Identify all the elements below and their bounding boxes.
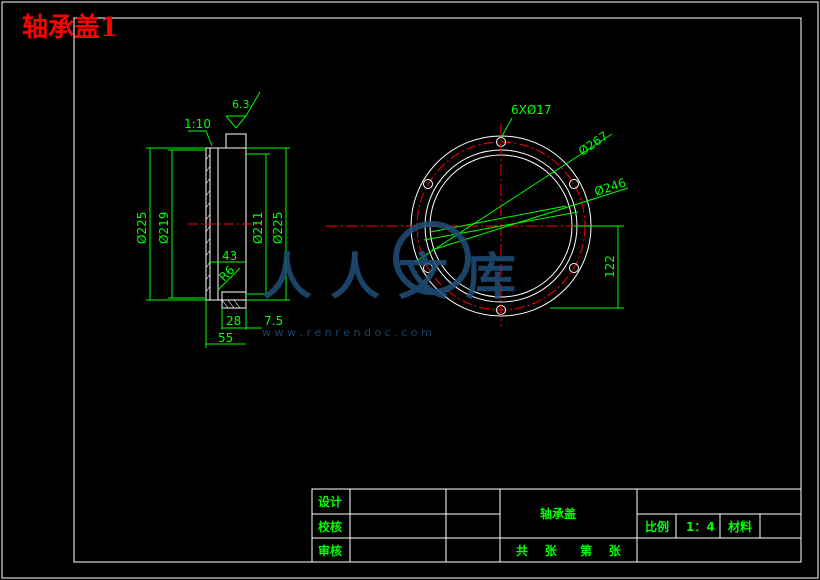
dim-d225-right: Ø225 <box>271 212 285 244</box>
taper-label: 1:10 <box>184 117 211 131</box>
tb-scale-label: 比例 <box>645 519 669 534</box>
drawing-title: 轴承盖1 <box>22 12 118 43</box>
tb-design: 设计 <box>318 494 342 509</box>
dim-43: 43 <box>222 249 237 263</box>
watermark: 人人文库 w w w . r e n r e n d o c . c o m <box>262 221 534 339</box>
tb-material-label: 材料 <box>727 519 752 534</box>
drawing-canvas: 轴承盖1 6.3 1:10 Ø225 Ø219 Ø211 Ø225 43 R6 … <box>0 0 820 580</box>
holes-label: 6XØ17 <box>511 103 552 117</box>
dim-d225-left: Ø225 <box>135 212 149 244</box>
watermark-cn: 人人文库 <box>262 248 534 306</box>
dim-d219: Ø219 <box>157 212 171 244</box>
dim-d267: Ø267 <box>576 129 611 159</box>
dim-122: 122 <box>603 255 617 278</box>
tb-total-sheets: 共 张 <box>516 543 558 558</box>
side-top-boss <box>225 133 247 149</box>
dim-55: 55 <box>218 331 233 345</box>
tb-check: 校核 <box>318 519 342 534</box>
dim-d211: Ø211 <box>251 212 265 244</box>
dim-r6: R6 <box>216 263 237 284</box>
tb-review: 审核 <box>318 543 342 558</box>
tb-part-name: 轴承盖 <box>540 506 576 521</box>
title-block-text: 设计 校核 审核 轴承盖 比例 1：4 材料 共 张 第 张 <box>318 494 752 558</box>
roughness-value: 6.3 <box>232 98 250 111</box>
cad-drawing: 轴承盖1 6.3 1:10 Ø225 Ø219 Ø211 Ø225 43 R6 … <box>1 1 819 579</box>
tb-scale-value: 1：4 <box>686 520 715 534</box>
dim-28: 28 <box>226 314 241 328</box>
watermark-url: w w w . r e n r e n d o c . c o m <box>262 326 432 339</box>
tb-sheet-no: 第 张 <box>580 543 622 558</box>
dim-d246: Ø246 <box>593 176 628 199</box>
